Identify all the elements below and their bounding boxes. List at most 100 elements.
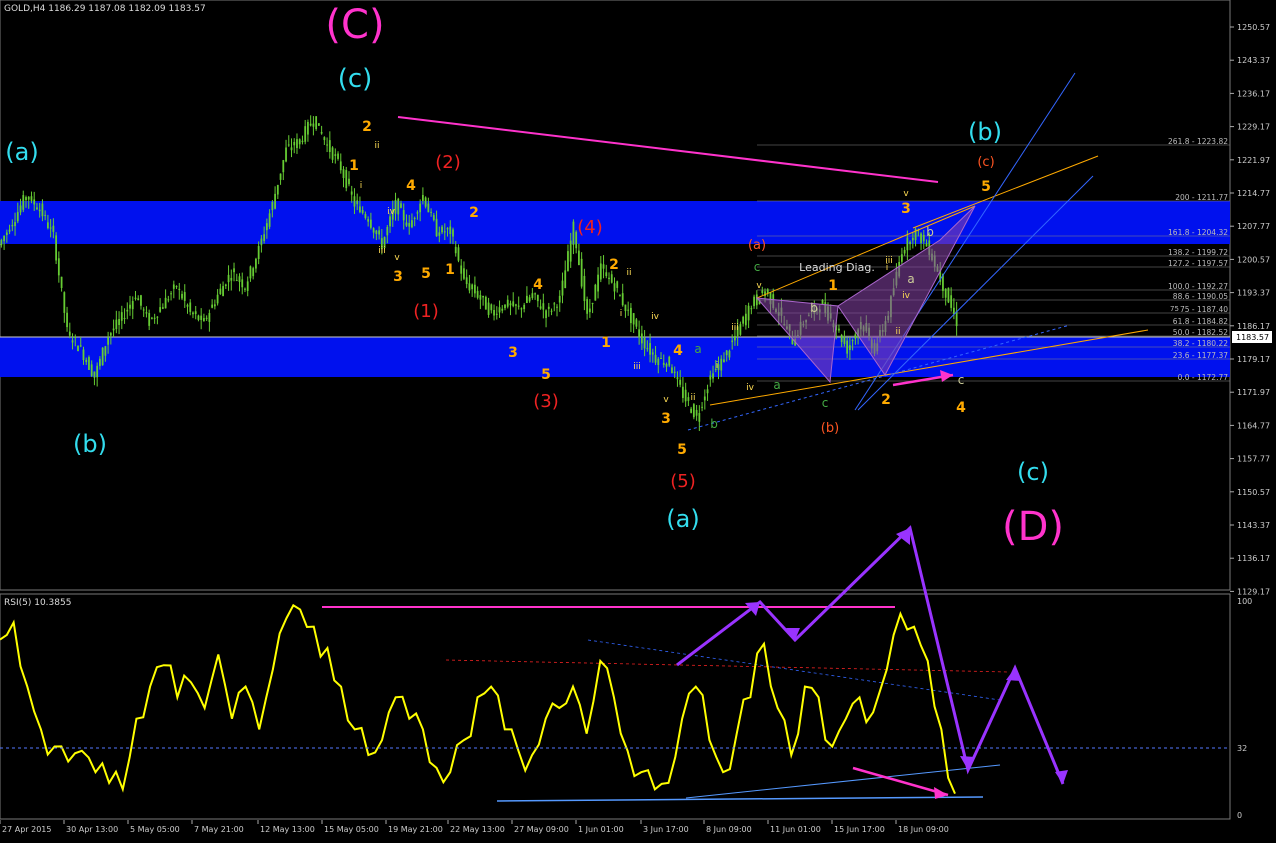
candle-body [222,286,224,297]
candle-body [389,216,391,227]
fib-level-label: 38.2 - 1180.22 [1173,339,1228,348]
candle-body [290,147,293,151]
minor-wave-digit: 4 [956,400,966,416]
candle-body [906,237,909,251]
chart-window[interactable]: 261.8 - 1223.82 200 - 1211.77 161.8 - 1204… [0,0,1276,839]
candle-body [27,196,30,200]
candle-body [298,139,301,145]
candle-body [602,264,605,269]
candle-body [638,329,641,338]
candle-body [750,308,753,310]
candle-body [539,306,542,309]
candle-body [673,371,676,373]
candle-body [104,346,107,356]
candle-body [701,406,703,408]
candle-body [82,349,85,360]
minor-wave-roman: v [756,281,762,291]
candle-body [512,301,515,307]
wave-label-D-major: (D) [1002,504,1064,550]
current-price-label: 1183.57 [1236,333,1269,342]
minor-wave-letter: a [773,378,780,392]
fib-level-label: 261.8 - 1223.82 [1168,137,1228,146]
price-tick-label: 1186.17 [1237,322,1270,331]
minor-wave-roman: iii [731,323,739,333]
candle-body [501,308,504,311]
candle-body [309,123,312,126]
candle-body [44,214,47,216]
wave-label-b-cyan-low: (b) [73,430,107,458]
candle-body [238,276,241,282]
candle-body [621,293,624,306]
price-tick-label: 1243.37 [1237,56,1270,65]
time-tick-label: 15 Jun 17:00 [834,825,885,834]
candle-body [85,359,88,362]
candle-body [323,137,326,141]
candle-body [77,345,79,352]
candle-body [213,304,216,307]
time-tick-label: 22 May 13:00 [450,825,505,834]
candle-body [107,337,110,345]
candle-body [57,258,60,276]
candle-body [536,294,539,302]
candle-body [597,274,599,292]
candle-body [249,266,252,279]
time-tick-label: 30 Apr 13:00 [66,825,118,834]
candle-body [120,312,123,321]
candle-body [643,337,646,349]
magenta-resistance-line [397,116,939,183]
candle-body [227,274,230,283]
candle-body [47,222,49,229]
candle-body [356,200,359,205]
candle-body [657,358,660,366]
candle-body [479,295,482,300]
wave-label-c-small: (c) [977,155,994,170]
minor-wave-roman: ii [626,268,631,278]
candle-body [164,297,167,309]
candle-body [668,356,671,366]
chart-canvas[interactable]: 261.8 - 1223.82 200 - 1211.77 161.8 - 1204… [0,0,1276,839]
candle-body [79,345,82,347]
candle-body [572,221,575,245]
candle-body [473,284,476,294]
candle-body [509,303,512,306]
candle-body [903,249,906,254]
wave-label-c-cyan-top: (c) [338,64,373,94]
candle-body [151,317,153,319]
minor-wave-roman: iv [746,383,755,393]
candle-body [651,352,654,355]
candle-body [567,251,569,271]
candle-body [619,295,621,297]
minor-wave-roman: ii [374,141,379,151]
time-tick-label: 27 May 09:00 [514,825,569,834]
candle-body [495,313,498,315]
candle-body [167,299,170,301]
candle-body [684,389,687,402]
candle-body [22,195,25,210]
candle-body [506,299,509,307]
candle-body [742,316,745,324]
candle-body [556,306,558,308]
candle-body [632,313,635,325]
candle-body [720,358,723,371]
wave-label-b-cyan-right: (b) [968,118,1002,146]
candle-body [441,226,443,233]
candle-body [14,222,16,227]
candle-body [545,310,547,319]
fib-level-label: 127.2 - 1197.57 [1168,259,1228,268]
minor-wave-digit: 2 [469,205,479,221]
candle-body [432,215,435,220]
candle-body [156,316,159,318]
candle-body [430,211,432,213]
candle-body [550,310,553,312]
candle-body [457,247,460,261]
candle-body [671,367,673,373]
candle-body [471,284,474,290]
candle-body [452,229,454,237]
minor-wave-digit: 5 [421,266,431,282]
candle-body [744,313,747,326]
candle-body [279,173,282,180]
candle-body [561,280,564,296]
candle-body [276,184,279,195]
rsi-tick-label: 100 [1237,597,1252,606]
candle-body [821,299,824,305]
